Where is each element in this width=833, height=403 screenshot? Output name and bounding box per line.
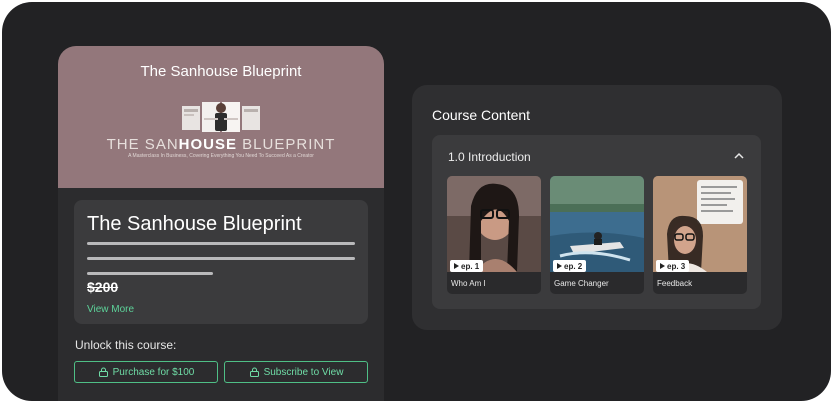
subscribe-button[interactable]: Subscribe to View (224, 361, 368, 383)
course-logo: THE SANHOUSE BLUEPRINT (58, 136, 384, 153)
course-hero: The Sanhouse Blueprint THE SANHOUSE BLUE… (58, 46, 384, 188)
episode-badge-label: ep. 2 (564, 261, 583, 271)
unlock-label: Unlock this course: (75, 338, 177, 352)
episode-badge: ep. 3 (656, 260, 690, 272)
description-placeholder-line (87, 242, 355, 245)
logo-part-left: THE SAN (106, 136, 179, 153)
lock-icon (249, 367, 259, 377)
section-title[interactable]: 1.0 Introduction (448, 150, 531, 164)
course-info-box: The Sanhouse Blueprint $200 View More (74, 200, 368, 324)
episode-title: Who Am I (451, 279, 486, 288)
episode-thumbnail (447, 176, 541, 272)
view-more-link[interactable]: View More (87, 304, 134, 315)
description-placeholder-line (87, 272, 213, 275)
description-placeholder-line (87, 257, 355, 260)
logo-tagline: A Masterclass In Business, Covering Ever… (128, 153, 314, 159)
play-icon (454, 263, 459, 269)
lock-icon (98, 367, 108, 377)
episode-card-1[interactable]: ep. 1 Who Am I (447, 176, 541, 294)
purchase-button-label: Purchase for $100 (112, 366, 195, 378)
logo-part-right: BLUEPRINT (237, 136, 336, 153)
hero-title: The Sanhouse Blueprint (140, 63, 302, 80)
episode-thumbnail (653, 176, 747, 272)
episode-badge-label: ep. 3 (667, 261, 686, 271)
course-content-panel: Course Content 1.0 Introduction ep. 1 Wh… (412, 85, 782, 330)
play-icon (557, 263, 562, 269)
episode-title: Game Changer (554, 279, 609, 288)
episode-thumbnail (550, 176, 644, 272)
episode-badge-label: ep. 1 (461, 261, 480, 271)
original-price: $200 (87, 279, 119, 295)
episode-card-3[interactable]: ep. 3 Feedback (653, 176, 747, 294)
course-mockup-image (182, 102, 260, 132)
episode-badge: ep. 1 (450, 260, 484, 272)
episode-title: Feedback (657, 279, 693, 288)
chevron-up-icon[interactable] (733, 151, 745, 161)
play-icon (660, 263, 665, 269)
section-introduction: 1.0 Introduction ep. 1 Who Am I ep. 2 Ga… (432, 135, 761, 309)
episode-badge: ep. 2 (553, 260, 587, 272)
episode-card-2[interactable]: ep. 2 Game Changer (550, 176, 644, 294)
subscribe-button-label: Subscribe to View (263, 366, 344, 378)
purchase-button[interactable]: Purchase for $100 (74, 361, 218, 383)
course-title: The Sanhouse Blueprint (87, 213, 302, 235)
course-card: The Sanhouse Blueprint THE SANHOUSE BLUE… (58, 46, 384, 401)
app-frame: The Sanhouse Blueprint THE SANHOUSE BLUE… (2, 2, 831, 401)
logo-part-bold: HOUSE (178, 136, 237, 153)
course-content-title: Course Content (432, 107, 531, 123)
